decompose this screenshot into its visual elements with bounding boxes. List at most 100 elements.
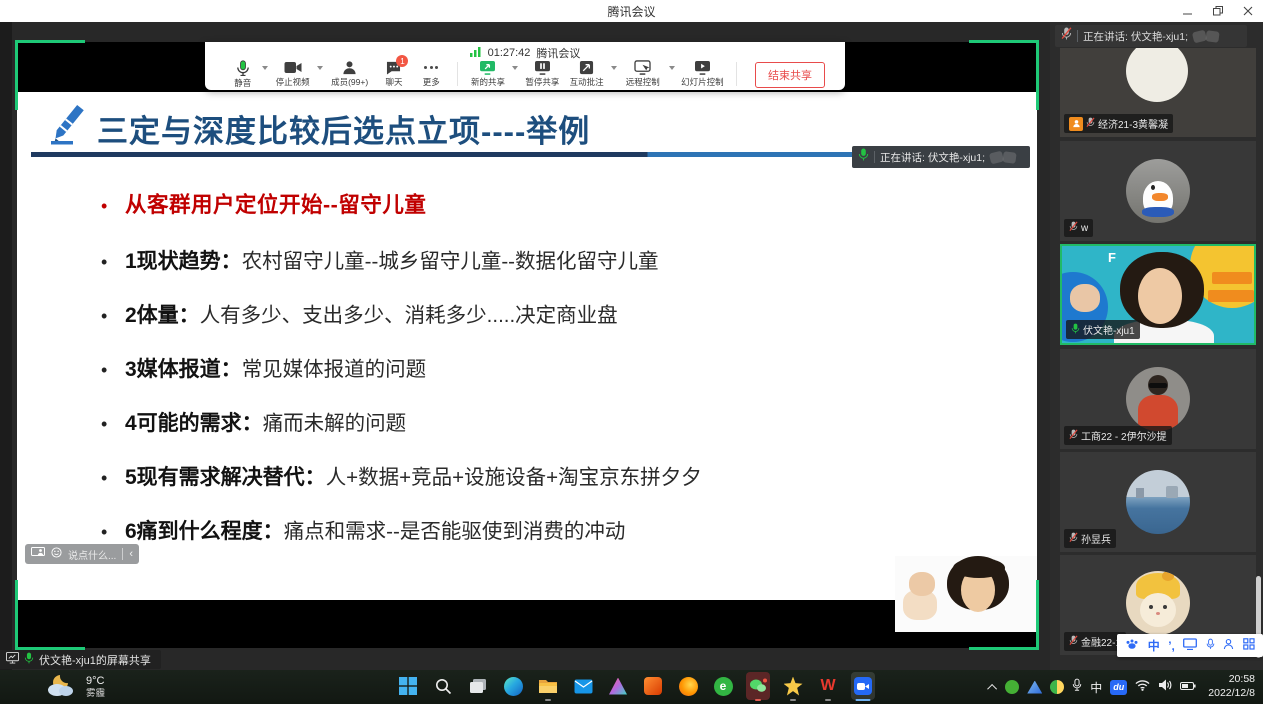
shared-screen-region: 三定与深度比较后选点立项----举例 • 从客群用户定位开始--留守儿童 • 1… [17,42,1037,648]
file-explorer-icon[interactable] [536,672,560,700]
ime-keyboard-icon[interactable] [1183,637,1197,655]
pause-share-button[interactable]: 暂停共享 [520,60,564,88]
system-tray: 中 du 20:58 2022/12/8 [990,670,1255,704]
share-border-corner [969,580,1039,650]
start-button[interactable] [396,672,420,700]
wps-icon[interactable]: W [816,672,840,700]
window-title: 腾讯会议 [607,3,655,20]
baidu-ime-icon[interactable]: du [1110,680,1127,695]
ime-logo-paw-icon[interactable] [1125,637,1139,655]
chat-button[interactable]: 1 聊天 [374,60,413,88]
participant-tile[interactable]: w [1060,141,1256,241]
restore-button[interactable] [1203,0,1233,22]
annotation-button[interactable]: 互动批注 [564,60,608,88]
end-share-button[interactable]: 结束共享 [755,62,825,88]
slide-bullet: • 1现状趋势： 农村留守儿童--城乡留守儿童--数据化留守儿童 [101,244,659,275]
slide-bullet: • 6痛到什么程度： 痛点和需求--是否能驱使到消费的冲动 [101,514,625,545]
left-gutter [0,22,12,670]
wifi-icon[interactable] [1135,678,1150,696]
chat-unread-badge: 1 [396,55,408,67]
remote-options-caret[interactable] [669,66,675,70]
annotation-options-caret[interactable] [611,66,617,70]
weather-widget[interactable]: 9°C 雾霾 [44,672,105,703]
member-icon [342,60,357,75]
raise-hand-icon [1192,29,1207,43]
share-view-icon[interactable] [31,545,45,563]
firefox-icon[interactable] [676,672,700,700]
speaking-indicator-overlay: 正在讲话: 伏文艳-xju1; [852,146,1030,168]
tencent-meeting-icon[interactable] [851,672,875,700]
mic-muted-icon [1069,429,1078,443]
taskbar-apps: e W [396,672,875,700]
edge-browser-icon[interactable] [501,672,525,700]
volume-icon[interactable] [1158,678,1172,696]
media-app-icon[interactable] [606,672,630,700]
chat-icon: 1 [386,60,401,75]
screen-share-icon [479,60,496,75]
weather-icon [44,672,78,703]
chat-input-placeholder[interactable]: 说点什么... [68,547,116,562]
ime-voice-icon[interactable] [1206,637,1215,655]
wechat-icon[interactable] [746,672,770,700]
avatar [1126,159,1190,223]
tray-netdisk-icon[interactable] [1027,681,1042,694]
mic-on-icon [24,652,34,667]
mail-icon[interactable] [571,672,595,700]
ime-toolbar[interactable]: 中 ’, [1117,634,1263,657]
search-button[interactable] [431,672,455,700]
close-button[interactable] [1233,0,1263,22]
ime-lang-toggle[interactable]: 中 [1148,637,1160,654]
emoji-icon[interactable] [51,545,62,563]
favorites-star-icon[interactable] [781,672,805,700]
tencent-meeting-window: 腾讯会议 三 [0,0,1263,704]
meeting-toolbar: 01:27:42 腾讯会议 静音 停止视频 成员(99+) 1 [205,42,845,90]
raise-hand-icon [989,150,1004,164]
remote-control-button[interactable]: 远程控制 [619,60,667,88]
members-button[interactable]: 成员(99+) [325,60,375,88]
new-share-button[interactable]: 新的共享 [466,60,510,88]
mute-button[interactable]: 静音 [225,60,260,88]
browser-360-icon[interactable]: e [711,672,735,700]
battery-icon[interactable] [1180,678,1196,696]
minimize-button[interactable] [1173,0,1203,22]
participant-tile[interactable]: 孙昱兵 [1060,452,1256,552]
window-titlebar: 腾讯会议 [0,0,1263,22]
mic-on-icon [1071,323,1080,337]
more-button[interactable]: 更多 [413,60,448,88]
participant-name: 工商22 - 2伊尔沙提 [1081,428,1167,443]
ime-menu-grid-icon[interactable] [1243,637,1255,655]
tray-360-icon[interactable] [1005,680,1019,694]
tray-mic-icon[interactable] [1072,678,1082,697]
share-options-caret[interactable] [512,66,518,70]
avatar [1126,367,1190,431]
video-options-caret[interactable] [317,66,323,70]
tray-app-icon[interactable] [1050,680,1064,694]
participant-tile[interactable]: 工商22 - 2伊尔沙提 [1060,349,1256,449]
mute-options-caret[interactable] [262,66,268,70]
clock[interactable]: 20:58 2022/12/8 [1208,673,1255,700]
ime-user-icon[interactable] [1223,637,1234,655]
stop-video-button[interactable]: 停止视频 [270,60,314,88]
raise-hand-icon [1002,151,1016,164]
slide-bullet: • 4可能的需求： 痛而未解的问题 [101,406,406,437]
participant-label: 经济21-3黄馨凝 [1064,114,1173,133]
collapse-arrow[interactable]: ‹ [129,548,133,560]
quick-chat-bar[interactable]: 说点什么... ‹ [25,544,139,564]
more-dots-icon [424,60,438,75]
shared-screen-letterbox-bottom [17,600,1037,648]
tray-language-indicator[interactable]: 中 [1090,679,1102,696]
participant-name: 伏文艳-xju1 [1083,322,1135,337]
remote-control-icon [634,60,651,75]
annotation-icon [579,60,594,75]
tray-expand-chevron[interactable] [987,683,997,693]
ime-punct-toggle[interactable]: ’, [1168,639,1175,653]
mic-muted-icon [1069,221,1078,235]
participant-tile-speaking[interactable]: F 伏文艳-xju1 [1060,244,1256,345]
screen-share-label: 伏文艳-xju1的屏幕共享 [0,650,161,669]
participant-tile[interactable]: 经济21-3黄馨凝 [1060,48,1256,137]
task-view-button[interactable] [466,672,490,700]
host-badge-icon [1069,117,1083,131]
slide-control-button[interactable]: 幻灯片控制 [677,60,728,88]
office-icon[interactable] [641,672,665,700]
mic-muted-icon [1069,635,1078,649]
